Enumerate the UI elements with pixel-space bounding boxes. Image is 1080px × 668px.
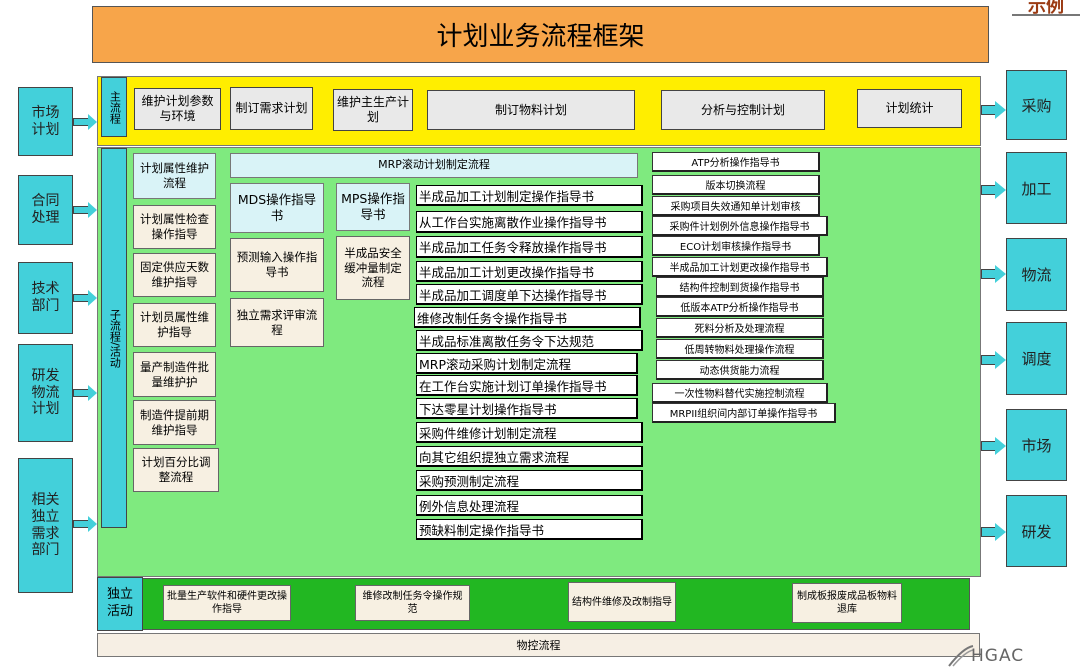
logo-text: HGAC <box>971 646 1025 666</box>
main-flow-item[interactable]: 维护计划参数与环境 <box>134 88 221 130</box>
sub-flow-label: 子流程/活动 <box>101 148 127 528</box>
input-tech-dept[interactable]: 技术部门 <box>18 262 73 334</box>
independent-item[interactable]: 结构件维修及改制指导 <box>568 582 676 622</box>
input-arrow-head <box>88 385 97 401</box>
list-item[interactable]: 半成品加工计划制定操作指导书 <box>416 185 643 206</box>
list-item[interactable]: 低版本ATP分析操作指导书 <box>656 297 824 317</box>
list-item[interactable]: 下达零星计划操作指导书 <box>416 398 638 419</box>
main-flow-item[interactable]: 计划统计 <box>857 89 962 128</box>
sub-flow-item[interactable]: 量产制造件批量维护护 <box>133 352 216 397</box>
output-processing[interactable]: 加工 <box>1006 152 1067 224</box>
input-arrow <box>73 389 89 397</box>
main-flow-label: 主流程 <box>101 77 127 137</box>
mps-guide[interactable]: MPS操作指导书 <box>336 183 410 231</box>
list-item[interactable]: 半成品加工调度单下达操作指导书 <box>416 284 643 305</box>
list-item[interactable]: 采购预测制定流程 <box>416 470 643 491</box>
list-item[interactable]: 动态供货能力流程 <box>656 360 824 380</box>
sub-flow-item[interactable]: 计划员属性维护指导 <box>133 303 216 347</box>
output-arrow-head <box>995 351 1006 369</box>
output-arrow-head <box>995 437 1006 455</box>
list-item[interactable]: 版本切换流程 <box>652 175 820 195</box>
list-item[interactable]: 维修改制任务令操作指导书 <box>414 307 641 328</box>
sub-flow-label-text: 子流程/活动 <box>108 308 122 368</box>
output-arrow-head <box>995 181 1006 199</box>
input-market-plan[interactable]: 市场计划 <box>18 87 73 156</box>
mrp-header[interactable]: MRP滚动计划制定流程 <box>230 153 638 178</box>
output-arrow-head <box>995 101 1006 119</box>
list-item[interactable]: 采购件计划例外信息操作指导书 <box>652 216 828 236</box>
list-item[interactable]: 半成品加工计划更改操作指导书 <box>416 261 643 282</box>
list-item[interactable]: 采购项目失效通知单计划审核 <box>652 196 820 216</box>
input-independent-demand[interactable]: 相关独立需求部门 <box>18 458 73 593</box>
list-item[interactable]: 采购件维修计划制定流程 <box>416 422 643 443</box>
output-purchase[interactable]: 采购 <box>1006 70 1067 140</box>
input-rd-logistics[interactable]: 研发物流计划 <box>18 344 73 442</box>
list-item[interactable]: 一次性物料替代实施控制流程 <box>652 383 828 403</box>
output-logistics[interactable]: 物流 <box>1006 238 1067 311</box>
list-item[interactable]: 半成品标准离散任务令下达规范 <box>416 330 643 351</box>
list-item[interactable]: MRP滚动采购计划制定流程 <box>416 353 638 374</box>
mds-guide[interactable]: MDS操作指导书 <box>230 183 324 233</box>
page-title: 计划业务流程框架 <box>92 6 989 63</box>
list-item[interactable]: 预缺料制定操作指导书 <box>416 519 643 540</box>
main-flow-item[interactable]: 制订物料计划 <box>427 90 635 130</box>
input-arrow-head <box>88 290 97 306</box>
output-arrow-head <box>995 523 1006 541</box>
list-item[interactable]: ECO计划审核操作指导书 <box>652 236 820 256</box>
input-arrow-head <box>88 114 97 130</box>
list-item[interactable]: 例外信息处理流程 <box>416 495 643 516</box>
input-arrow <box>73 520 89 528</box>
list-item[interactable]: 半成品加工计划更改操作指导书 <box>652 257 828 277</box>
main-flow-item[interactable]: 制订需求计划 <box>230 87 313 130</box>
independent-item[interactable]: 制成板报废成品板物料退库 <box>792 583 902 623</box>
independent-label: 独立活动 <box>97 577 143 631</box>
list-item[interactable]: ATP分析操作指导书 <box>652 152 820 172</box>
independent-item[interactable]: 维修改制任务令操作规范 <box>355 585 470 621</box>
independent-review-flow[interactable]: 独立需求评审流程 <box>230 298 324 347</box>
list-item[interactable]: 低周转物料处理操作流程 <box>656 339 824 359</box>
input-arrow <box>73 118 89 126</box>
sub-flow-item[interactable]: 计划百分比调整流程 <box>133 448 219 492</box>
sub-flow-item[interactable]: 固定供应天数维护指导 <box>133 253 216 297</box>
output-arrow-head <box>995 265 1006 283</box>
list-item[interactable]: 向其它组织提独立需求流程 <box>416 446 643 467</box>
sample-label: 示例 <box>1012 0 1080 17</box>
input-contract[interactable]: 合同处理 <box>18 175 73 245</box>
output-rd[interactable]: 研发 <box>1006 495 1067 567</box>
sub-flow-item[interactable]: 制造件提前期维护指导 <box>133 400 216 445</box>
independent-item[interactable]: 批量生产软件和硬件更改操作指导 <box>163 585 291 621</box>
output-dispatch[interactable]: 调度 <box>1006 322 1067 395</box>
main-flow-item[interactable]: 维护主生产计划 <box>333 89 413 131</box>
bottom-flow[interactable]: 物控流程 <box>97 633 980 657</box>
list-item[interactable]: 半成品加工任务令释放操作指导书 <box>416 236 643 258</box>
sub-flow-item[interactable]: 计划属性检查操作指导 <box>133 205 216 249</box>
input-arrow <box>73 294 89 302</box>
sub-flow-item[interactable]: 计划属性维护流程 <box>133 153 216 199</box>
input-arrow-head <box>88 202 97 218</box>
input-arrow-head <box>88 516 97 532</box>
list-item[interactable]: 在工作台实施计划订单操作指导书 <box>416 375 638 396</box>
output-market[interactable]: 市场 <box>1006 409 1067 481</box>
forecast-input-guide[interactable]: 预测输入操作指导书 <box>230 238 324 292</box>
list-item[interactable]: MRPII组织间内部订单操作指导书 <box>652 403 836 423</box>
list-item[interactable]: 死料分析及处理流程 <box>656 318 824 338</box>
list-item[interactable]: 从工作台实施离散作业操作指导书 <box>416 211 643 233</box>
input-arrow <box>73 206 89 214</box>
hgac-logo: HGAC <box>945 644 1065 668</box>
safety-stock-flow[interactable]: 半成品安全缓冲量制定流程 <box>336 236 410 300</box>
list-item[interactable]: 结构件控制到货操作指导书 <box>656 277 824 297</box>
main-flow-item[interactable]: 分析与控制计划 <box>661 90 825 130</box>
